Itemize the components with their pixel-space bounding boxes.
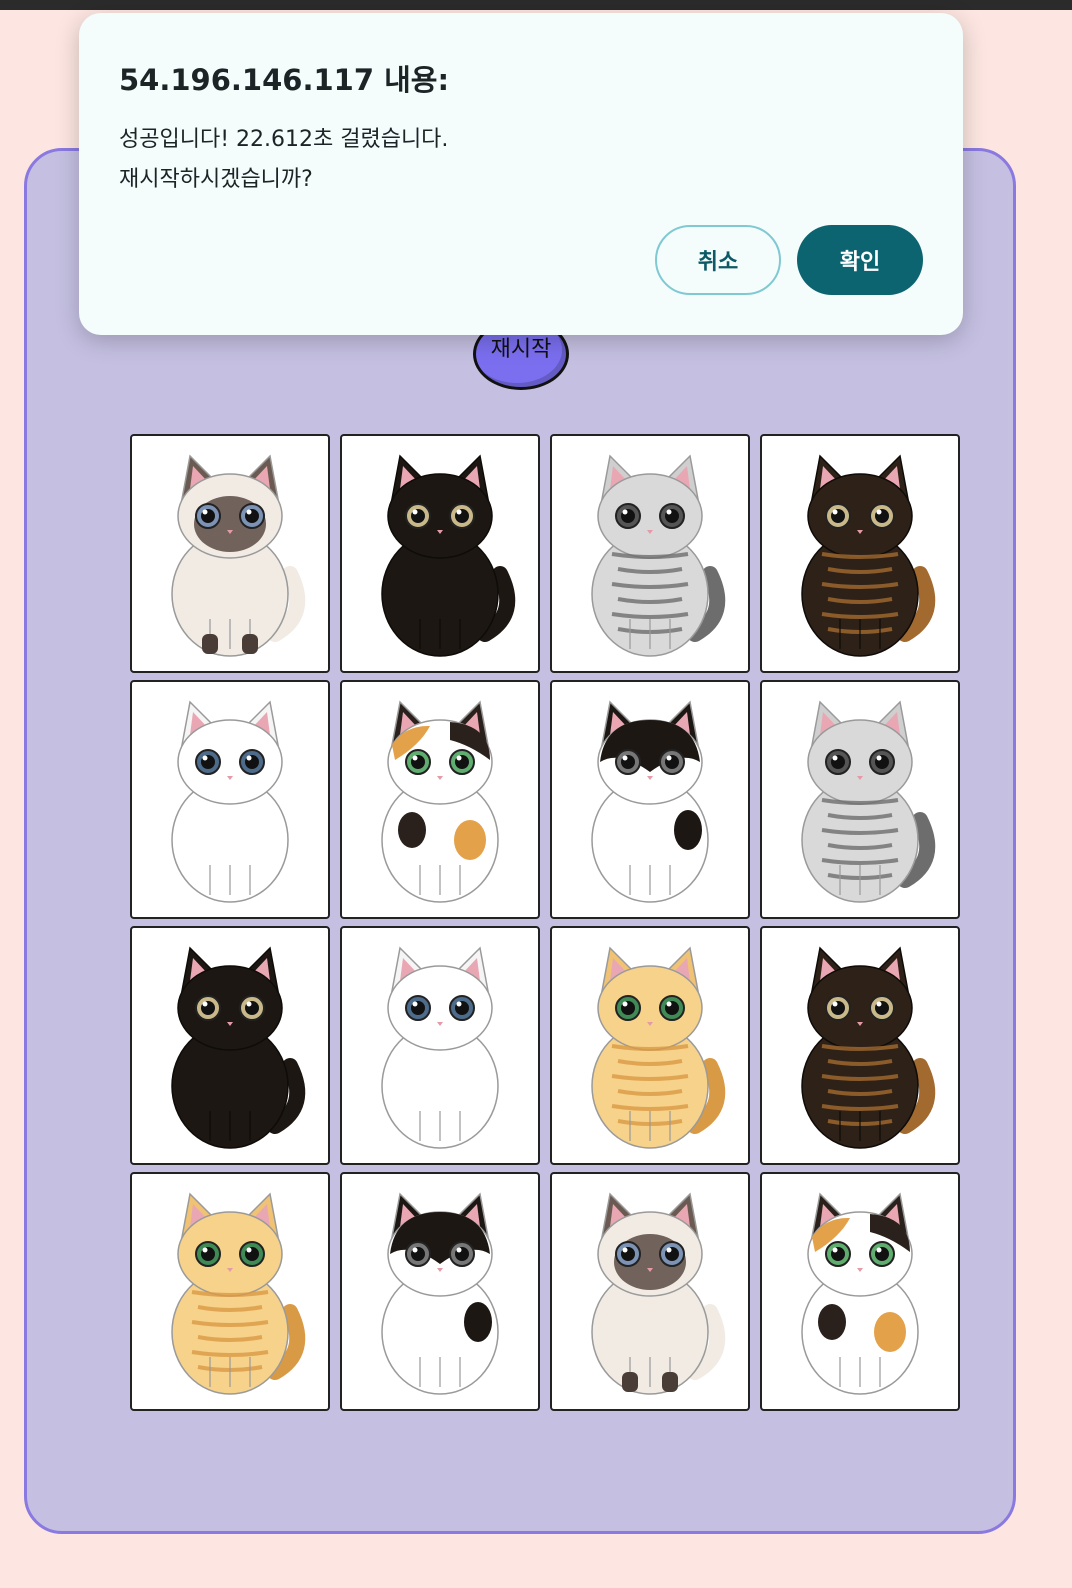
card-grid (130, 434, 960, 1411)
card-tuxedo[interactable] (550, 680, 750, 919)
card-silver-tabby[interactable] (760, 680, 960, 919)
cat-illustration (171, 453, 306, 657)
dialog-message: 성공입니다! 22.612초 걸렸습니다. 재시작하시겠습니까? (119, 120, 899, 200)
card-tortoiseshell[interactable] (760, 926, 960, 1165)
card-black[interactable] (130, 926, 330, 1165)
cat-illustration (171, 945, 306, 1149)
cat-illustration (591, 945, 726, 1149)
card-orange-tabby[interactable] (550, 926, 750, 1165)
dialog-message-line: 성공입니다! 22.612초 걸렸습니다. (119, 127, 449, 152)
cat-illustration (381, 699, 516, 903)
cat-illustration (171, 1191, 306, 1395)
cat-illustration (801, 699, 936, 903)
restart-label: 재시작 (490, 337, 552, 362)
browser-top-bar (0, 0, 1072, 10)
card-calico[interactable] (340, 680, 540, 919)
card-siamese[interactable] (130, 434, 330, 673)
card-tuxedo[interactable] (340, 1172, 540, 1411)
card-white[interactable] (130, 680, 330, 919)
cancel-button[interactable]: 취소 (655, 225, 781, 295)
cat-illustration (591, 453, 726, 657)
card-calico[interactable] (760, 1172, 960, 1411)
dialog-message-line: 재시작하시겠습니까? (119, 167, 313, 192)
cat-illustration (591, 699, 726, 903)
cat-illustration (591, 1191, 726, 1395)
card-white[interactable] (340, 926, 540, 1165)
card-silver-tabby[interactable] (550, 434, 750, 673)
cat-illustration (801, 453, 936, 657)
card-siamese[interactable] (550, 1172, 750, 1411)
cat-illustration (801, 1191, 936, 1395)
cat-illustration (171, 699, 306, 903)
cat-illustration (801, 945, 936, 1149)
ok-button[interactable]: 확인 (797, 225, 923, 295)
alert-dialog: 54.196.146.117 내용: 성공입니다! 22.612초 걸렸습니다.… (79, 13, 963, 335)
dialog-title: 54.196.146.117 내용: (119, 63, 450, 97)
card-tortoiseshell[interactable] (760, 434, 960, 673)
card-black[interactable] (340, 434, 540, 673)
cat-illustration (381, 453, 516, 657)
cat-illustration (381, 1191, 516, 1395)
cat-illustration (381, 945, 516, 1149)
card-orange-tabby[interactable] (130, 1172, 330, 1411)
